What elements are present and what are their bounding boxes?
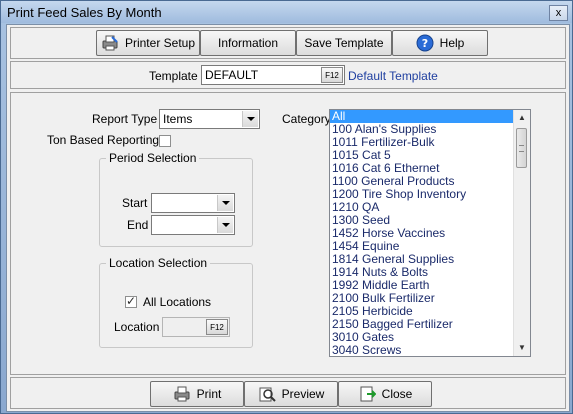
- location-input[interactable]: F12: [162, 317, 230, 337]
- help-button[interactable]: ? Help: [392, 30, 488, 56]
- printer-setup-icon: [101, 34, 119, 52]
- end-label: End: [127, 218, 149, 232]
- template-panel: Template DEFAULT F12 Default Template: [10, 61, 566, 89]
- ton-based-label: Ton Based Reporting: [47, 133, 160, 147]
- start-period-select[interactable]: [151, 193, 235, 213]
- printer-setup-label: Printer Setup: [124, 36, 196, 50]
- ton-based-checkbox[interactable]: [159, 135, 171, 147]
- preview-label: Preview: [281, 387, 325, 401]
- print-button[interactable]: Print: [150, 381, 244, 407]
- template-label: Template: [149, 69, 198, 83]
- information-label: Information: [217, 36, 279, 50]
- chevron-down-icon[interactable]: [242, 111, 258, 127]
- title-bar[interactable]: Print Feed Sales By Month x: [1, 1, 572, 23]
- report-type-select[interactable]: Items: [159, 109, 260, 129]
- svg-text:?: ?: [421, 37, 427, 50]
- end-period-select[interactable]: [151, 215, 235, 235]
- help-icon: ?: [416, 34, 434, 52]
- all-locations-checkbox[interactable]: [125, 294, 137, 308]
- print-label: Print: [196, 387, 222, 401]
- start-label: Start: [122, 196, 148, 210]
- close-door-icon: [358, 385, 377, 403]
- category-list-item[interactable]: 3040 Screws: [330, 344, 530, 357]
- category-label: Category: [282, 112, 331, 126]
- save-template-button[interactable]: Save Template: [296, 30, 392, 56]
- save-template-label: Save Template: [304, 36, 384, 50]
- report-type-value: Items: [163, 112, 193, 126]
- help-label: Help: [439, 36, 465, 50]
- preview-icon: [258, 385, 276, 403]
- template-input[interactable]: DEFAULT F12: [201, 65, 345, 85]
- print-feed-sales-window: Print Feed Sales By Month x Printer Setu…: [0, 0, 573, 414]
- template-lookup-button[interactable]: F12: [321, 67, 343, 83]
- all-locations-label: All Locations: [143, 295, 212, 309]
- template-description: Default Template: [348, 69, 438, 83]
- printer-icon: [173, 385, 191, 403]
- window-close-button[interactable]: x: [549, 5, 568, 21]
- close-button[interactable]: Close: [338, 381, 432, 407]
- scroll-up-icon[interactable]: ▲: [514, 110, 530, 126]
- location-selection-legend: Location Selection: [109, 256, 208, 270]
- chevron-down-icon[interactable]: [217, 217, 233, 233]
- preview-button[interactable]: Preview: [244, 381, 338, 407]
- client-area: Printer Setup Information Save Template …: [6, 24, 570, 412]
- category-scrollbar[interactable]: ▲ ▼: [513, 110, 530, 356]
- scroll-down-icon[interactable]: ▼: [514, 340, 530, 356]
- category-listbox[interactable]: All 100 Alan's Supplies 1011 Fertilizer-Bu…: [329, 109, 531, 357]
- footer-panel: Print Preview Close: [10, 377, 566, 409]
- period-selection-legend: Period Selection: [109, 151, 197, 165]
- printer-setup-button[interactable]: Printer Setup: [96, 30, 200, 56]
- window-title: Print Feed Sales By Month: [7, 5, 162, 20]
- template-value: DEFAULT: [205, 68, 259, 82]
- toolbar-panel: Printer Setup Information Save Template …: [10, 27, 566, 59]
- close-label: Close: [381, 387, 413, 401]
- report-type-label: Report Type: [92, 112, 158, 126]
- location-label: Location: [114, 320, 160, 334]
- chevron-down-icon[interactable]: [217, 195, 233, 211]
- location-lookup-button[interactable]: F12: [206, 319, 228, 335]
- scroll-thumb[interactable]: [516, 128, 527, 168]
- category-list-items: All 100 Alan's Supplies 1011 Fertilizer-Bu…: [330, 110, 530, 357]
- information-button[interactable]: Information: [200, 30, 296, 56]
